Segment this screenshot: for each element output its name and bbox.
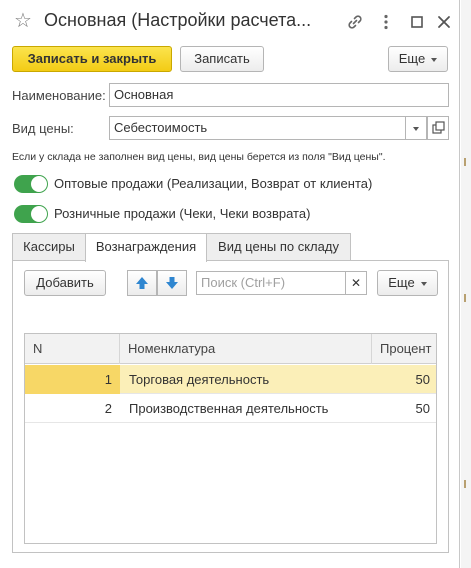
open-price-type-button[interactable] <box>427 116 449 140</box>
settings-window: ☆ Основная (Настройки расчета... Записат… <box>0 0 460 568</box>
table-row[interactable]: 1 Торговая деятельность 50 <box>25 365 436 394</box>
close-icon: ✕ <box>350 276 362 290</box>
move-up-button[interactable] <box>127 270 157 296</box>
column-header-item[interactable]: Номенклатура <box>120 334 372 364</box>
link-icon[interactable] <box>345 12 365 32</box>
column-header-n[interactable]: N <box>25 334 120 364</box>
title-bar: ☆ Основная (Настройки расчета... <box>0 0 460 44</box>
more-button-label: Еще <box>398 51 426 66</box>
cell-percent: 50 <box>415 401 430 416</box>
table-more-button[interactable]: Еще <box>377 270 438 296</box>
cell-item: Торговая деятельность <box>129 372 270 387</box>
chevron-down-icon <box>413 126 419 131</box>
tab-cashiers[interactable]: Кассиры <box>12 233 86 261</box>
tab-rewards[interactable]: Вознаграждения <box>85 233 207 262</box>
cell-item: Производственная деятельность <box>129 401 329 416</box>
table-header: N Номенклатура Процент <box>25 334 436 364</box>
toggle-knob <box>31 176 47 192</box>
close-icon[interactable] <box>434 12 454 32</box>
wholesale-toggle[interactable] <box>14 175 48 193</box>
maximize-icon[interactable] <box>407 12 427 32</box>
arrow-down-icon <box>166 277 178 289</box>
star-icon[interactable]: ☆ <box>12 9 34 33</box>
rewards-table: N Номенклатура Процент 1 Торговая деятел… <box>24 333 437 544</box>
background-mark <box>464 294 470 302</box>
name-label: Наименование: <box>12 88 106 103</box>
toggle-knob <box>31 206 47 222</box>
wholesale-label: Оптовые продажи (Реализации, Возврат от … <box>54 176 373 191</box>
add-button[interactable]: Добавить <box>24 270 106 296</box>
price-type-field[interactable]: Себестоимость <box>109 116 406 140</box>
background-mark <box>464 158 470 166</box>
cell-n: 2 <box>104 401 112 416</box>
table-row[interactable]: 2 Производственная деятельность 50 <box>25 394 436 423</box>
search-input[interactable]: Поиск (Ctrl+F) <box>196 271 346 295</box>
clear-search-button[interactable]: ✕ <box>345 271 367 295</box>
background-window-edge <box>461 0 471 568</box>
cell-n: 1 <box>25 365 120 394</box>
price-type-note: Если у склада не заполнен вид цены, вид … <box>12 151 386 163</box>
chevron-down-icon <box>420 281 427 286</box>
save-button[interactable]: Записать <box>180 46 264 72</box>
more-button-label: Еще <box>388 275 415 290</box>
arrow-up-icon <box>136 277 148 289</box>
open-icon <box>432 121 445 134</box>
price-type-dropdown[interactable] <box>405 116 427 140</box>
cell-percent: 50 <box>415 372 430 387</box>
move-down-button[interactable] <box>157 270 187 296</box>
save-and-close-button[interactable]: Записать и закрыть <box>12 46 172 72</box>
column-header-percent[interactable]: Процент <box>372 334 436 364</box>
retail-toggle[interactable] <box>14 205 48 223</box>
background-mark <box>464 480 470 488</box>
price-type-label: Вид цены: <box>12 121 74 136</box>
chevron-down-icon <box>431 57 438 62</box>
name-field[interactable]: Основная <box>109 83 449 107</box>
more-options-icon[interactable] <box>376 12 396 32</box>
more-button[interactable]: Еще <box>388 46 448 72</box>
tab-warehouse-price-type[interactable]: Вид цены по складу <box>206 233 351 261</box>
window-title: Основная (Настройки расчета... <box>44 10 312 30</box>
retail-label: Розничные продажи (Чеки, Чеки возврата) <box>54 206 311 221</box>
